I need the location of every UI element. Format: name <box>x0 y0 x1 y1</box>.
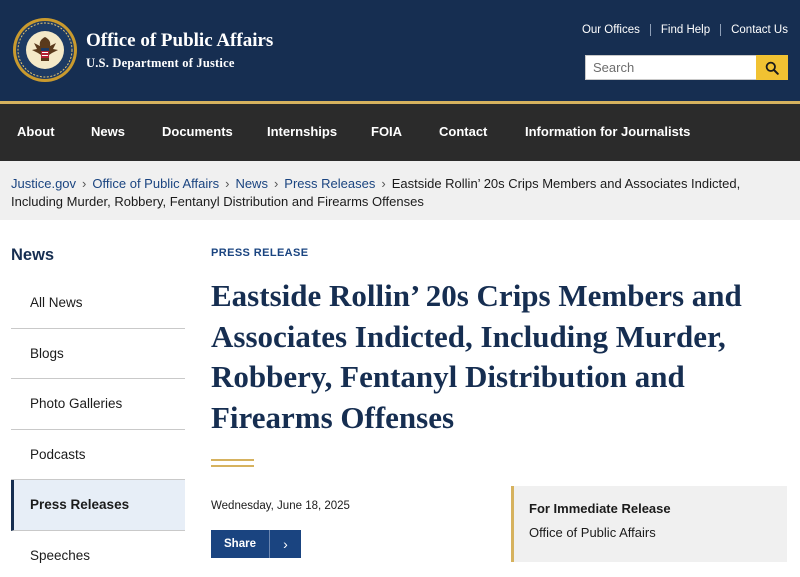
breadcrumb: Justice.gov › Office of Public Affairs › New… <box>0 161 800 220</box>
nav-about[interactable]: About <box>17 124 55 139</box>
sidebar-item-all-news[interactable]: All News <box>11 278 185 329</box>
page-title: Eastside Rollin’ 20s Crips Members and A… <box>211 278 742 435</box>
sidebar-item-blogs[interactable]: Blogs <box>11 329 185 379</box>
sidebar-item-photo-galleries[interactable]: Photo Galleries <box>11 379 185 430</box>
breadcrumb-justice-gov[interactable]: Justice.gov <box>11 176 76 191</box>
breadcrumb-chevron-icon: › <box>225 176 230 191</box>
release-office: Office of Public Affairs <box>529 525 656 540</box>
search-icon <box>765 61 779 75</box>
sidebar-item-speeches[interactable]: Speeches <box>11 531 185 577</box>
nav-internships[interactable]: Internships <box>267 124 337 139</box>
nav-information-for-journalists[interactable]: Information for Journalists <box>525 124 690 139</box>
utility-links: Our Offices Find Help Contact Us <box>582 24 788 36</box>
search-button[interactable] <box>756 55 788 80</box>
doj-seal-icon[interactable] <box>12 17 78 83</box>
nav-documents[interactable]: Documents <box>162 124 233 139</box>
main-nav: About News Documents Internships FOIA Co… <box>0 104 800 161</box>
breadcrumb-chevron-icon: › <box>381 176 386 191</box>
release-date: Wednesday, June 18, 2025 <box>211 500 350 512</box>
breadcrumb-news[interactable]: News <box>235 176 268 191</box>
sidebar-title: News <box>11 246 55 264</box>
breadcrumb-chevron-icon: › <box>82 176 87 191</box>
breadcrumb-office-of-public-affairs[interactable]: Office of Public Affairs <box>92 176 219 191</box>
share-button[interactable]: Share › <box>211 530 301 558</box>
sidebar-item-press-releases[interactable]: Press Releases <box>11 480 185 531</box>
find-help-link[interactable]: Find Help <box>661 24 710 36</box>
site-header: Office of Public Affairs U.S. Department… <box>0 0 800 101</box>
util-divider <box>649 24 651 36</box>
nav-contact[interactable]: Contact <box>439 124 487 139</box>
share-label: Share <box>224 538 256 550</box>
press-release-kicker: PRESS RELEASE <box>211 247 309 259</box>
office-title[interactable]: Office of Public Affairs <box>86 30 273 52</box>
chevron-right-icon: › <box>269 530 301 558</box>
sidebar-item-podcasts[interactable]: Podcasts <box>11 430 185 480</box>
immediate-release-box: For Immediate Release Office of Public A… <box>511 486 787 562</box>
search-input[interactable] <box>585 55 756 80</box>
nav-news[interactable]: News <box>91 124 125 139</box>
our-offices-link[interactable]: Our Offices <box>582 24 640 36</box>
sidebar-menu: All News Blogs Photo Galleries Podcasts … <box>11 278 185 577</box>
department-name: U.S. Department of Justice <box>86 56 235 70</box>
util-divider <box>720 24 722 36</box>
contact-us-link[interactable]: Contact Us <box>731 24 788 36</box>
release-label: For Immediate Release <box>529 501 671 516</box>
breadcrumb-press-releases[interactable]: Press Releases <box>284 176 375 191</box>
nav-foia[interactable]: FOIA <box>371 124 402 139</box>
breadcrumb-chevron-icon: › <box>273 176 279 191</box>
decorative-divider <box>211 459 254 467</box>
